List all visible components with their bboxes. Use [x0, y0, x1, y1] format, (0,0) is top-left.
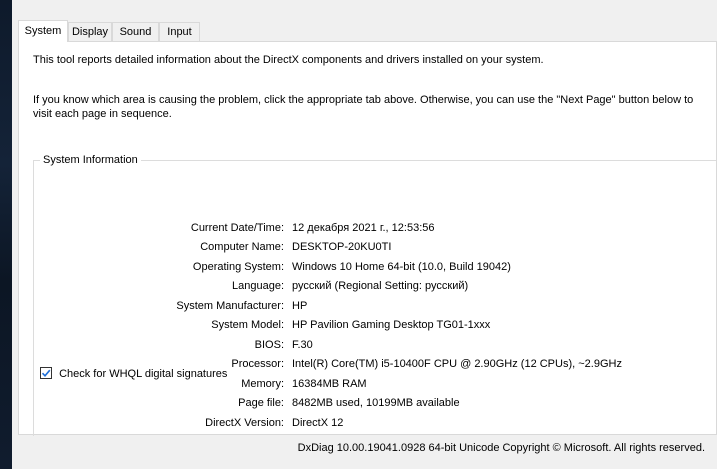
- info-label: Page file:: [238, 397, 284, 409]
- info-value: Windows 10 Home 64-bit (10.0, Build 1904…: [292, 261, 511, 273]
- system-information-group: System Information Current Date/Time: 12…: [33, 153, 716, 436]
- whql-checkbox-row[interactable]: Check for WHQL digital signatures: [40, 366, 227, 382]
- whql-checkbox[interactable]: [40, 367, 52, 379]
- info-value: 12 декабря 2021 г., 12:53:56: [292, 222, 435, 234]
- info-value: F.30: [292, 339, 313, 351]
- info-label: System Model:: [211, 319, 284, 331]
- info-value: 16384MB RAM: [292, 378, 367, 390]
- info-label: Current Date/Time:: [190, 222, 284, 234]
- info-label: System Manufacturer:: [176, 300, 284, 312]
- info-value: HP Pavilion Gaming Desktop TG01-1xxx: [292, 319, 491, 331]
- copyright-footer: DxDiag 10.00.19041.0928 64-bit Unicode C…: [297, 442, 705, 454]
- info-value: DirectX 12: [292, 417, 344, 429]
- info-value: Intel(R) Core(TM) i5-10400F CPU @ 2.90GH…: [292, 358, 622, 370]
- background-desktop-strip: [0, 0, 12, 469]
- dxdiag-window: System Display Sound Input This tool rep…: [12, 0, 717, 469]
- info-label: Language:: [232, 280, 284, 292]
- info-label: BIOS:: [254, 339, 284, 351]
- tab-system[interactable]: System: [18, 20, 68, 42]
- info-label: Computer Name:: [200, 241, 284, 253]
- checkmark-icon: [41, 369, 51, 377]
- info-label: Operating System:: [192, 261, 284, 273]
- whql-checkbox-label: Check for WHQL digital signatures: [59, 368, 228, 380]
- tab-sound[interactable]: Sound: [112, 22, 159, 41]
- group-title: System Information: [40, 153, 141, 167]
- tab-input[interactable]: Input: [159, 22, 200, 41]
- tab-display[interactable]: Display: [68, 22, 112, 41]
- intro-text: This tool reports detailed information a…: [33, 54, 544, 66]
- info-value: HP: [292, 300, 308, 312]
- instructions-text: If you know which area is causing the pr…: [33, 94, 694, 120]
- info-label: DirectX Version:: [205, 417, 284, 429]
- info-value: русский (Regional Setting: русский): [292, 280, 469, 292]
- info-value: DESKTOP-20KU0TI: [292, 241, 392, 253]
- info-value: 8482MB used, 10199MB available: [292, 397, 460, 409]
